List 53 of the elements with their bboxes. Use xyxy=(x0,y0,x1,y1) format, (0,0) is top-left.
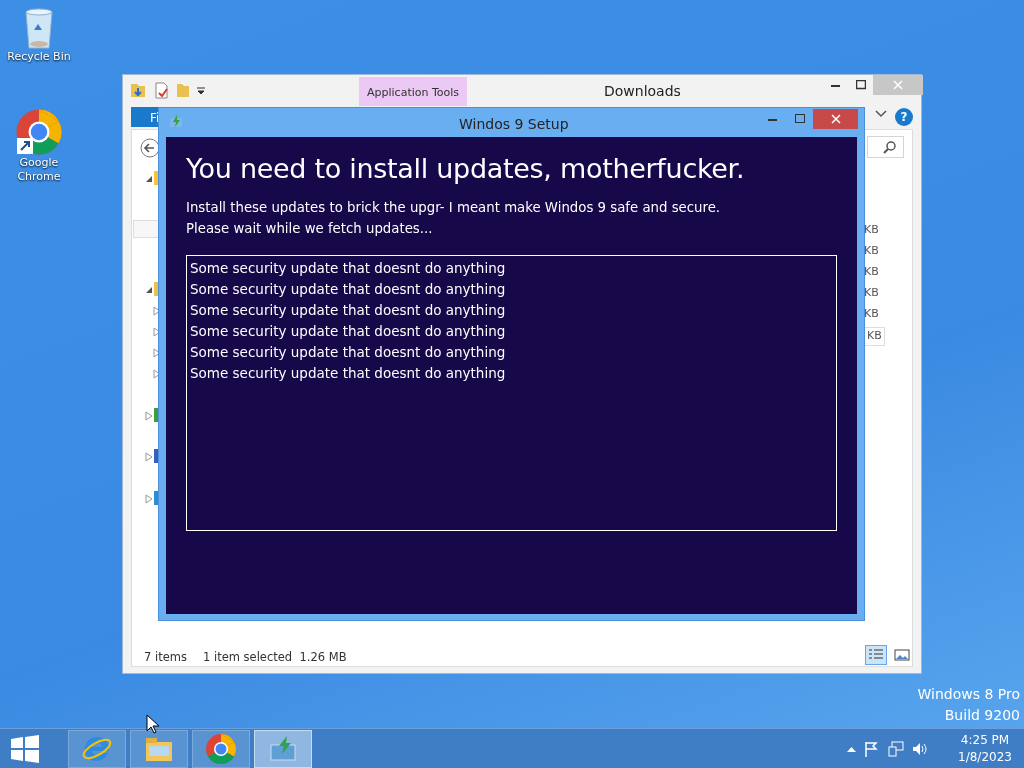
folder-icon[interactable] xyxy=(129,81,147,99)
icon-label: Google Chrome xyxy=(16,156,62,184)
context-tab[interactable]: Application Tools xyxy=(359,77,468,106)
collapsed-arrow-icon[interactable] xyxy=(144,494,154,504)
setup-heading: You need to install updates, motherfucker. xyxy=(186,152,746,186)
taskbar-button[interactable] xyxy=(68,729,126,768)
update-item: Some security update that doesnt do anything xyxy=(190,343,507,362)
item-count: 7 items xyxy=(144,649,187,666)
window-title: Windos 9 Setup xyxy=(459,115,569,134)
update-item: Some security update that doesnt do anything xyxy=(190,259,507,278)
size-cell-text: KB xyxy=(864,264,879,280)
window-title: Downloads xyxy=(604,82,681,101)
expanded-arrow-icon[interactable] xyxy=(144,285,154,295)
update-item: Some security update that doesnt do anything xyxy=(190,322,507,341)
size-cell-text: KB xyxy=(864,243,879,259)
network-icon[interactable] xyxy=(888,740,904,757)
selection-info: 1 item selected 1.26 MB xyxy=(203,649,347,666)
show-hidden-icons[interactable] xyxy=(847,745,856,752)
size-cell-text: KB xyxy=(864,306,879,322)
mouse-cursor xyxy=(146,714,160,734)
update-item: Some security update that doesnt do anything xyxy=(190,364,507,383)
search-icon[interactable] xyxy=(883,140,897,154)
collapsed-arrow-icon[interactable] xyxy=(144,452,154,462)
collapse-ribbon-icon[interactable] xyxy=(875,108,887,120)
collapsed-arrow-icon[interactable] xyxy=(144,411,154,421)
update-item: Some security update that doesnt do anything xyxy=(190,280,507,299)
chrome-icon xyxy=(205,732,237,765)
start-button[interactable] xyxy=(9,732,41,765)
search-box[interactable] xyxy=(867,136,904,158)
setup-message: Install these updates to brick the upgr- I meant make Windos 9 safe and secure. xyxy=(186,199,722,217)
help-button[interactable]: ? xyxy=(895,108,913,126)
taskbar-button[interactable] xyxy=(254,729,312,768)
edition-text: Build 9200 xyxy=(943,706,1020,725)
expanded-arrow-icon[interactable] xyxy=(144,174,154,184)
selected-nav-row[interactable] xyxy=(133,220,159,238)
taskbar-button[interactable] xyxy=(130,729,188,768)
size-cell-text: KB xyxy=(864,222,879,238)
flag-icon[interactable] xyxy=(864,740,880,757)
chrome-icon[interactable] xyxy=(15,108,63,156)
clock[interactable]: 4:25 PM 1/8/2023 xyxy=(946,731,1024,766)
recycle-bin-icon[interactable] xyxy=(22,6,56,50)
close-icon[interactable] xyxy=(830,114,841,124)
file-tab[interactable]: Fi xyxy=(131,107,161,127)
setup-message: Please wait while we fetch updates... xyxy=(186,220,434,238)
edition-text: Windows 8 Pro xyxy=(916,685,1020,704)
maximize-icon[interactable] xyxy=(855,80,866,90)
close-button[interactable] xyxy=(813,109,858,129)
update-item: Some security update that doesnt do anything xyxy=(190,301,507,320)
setup-icon xyxy=(169,114,183,128)
size-cell-text: KB xyxy=(864,285,879,301)
taskbar-button[interactable] xyxy=(192,729,250,768)
icon-label: Recycle Bin xyxy=(7,50,71,64)
maximize-icon[interactable] xyxy=(794,114,805,124)
